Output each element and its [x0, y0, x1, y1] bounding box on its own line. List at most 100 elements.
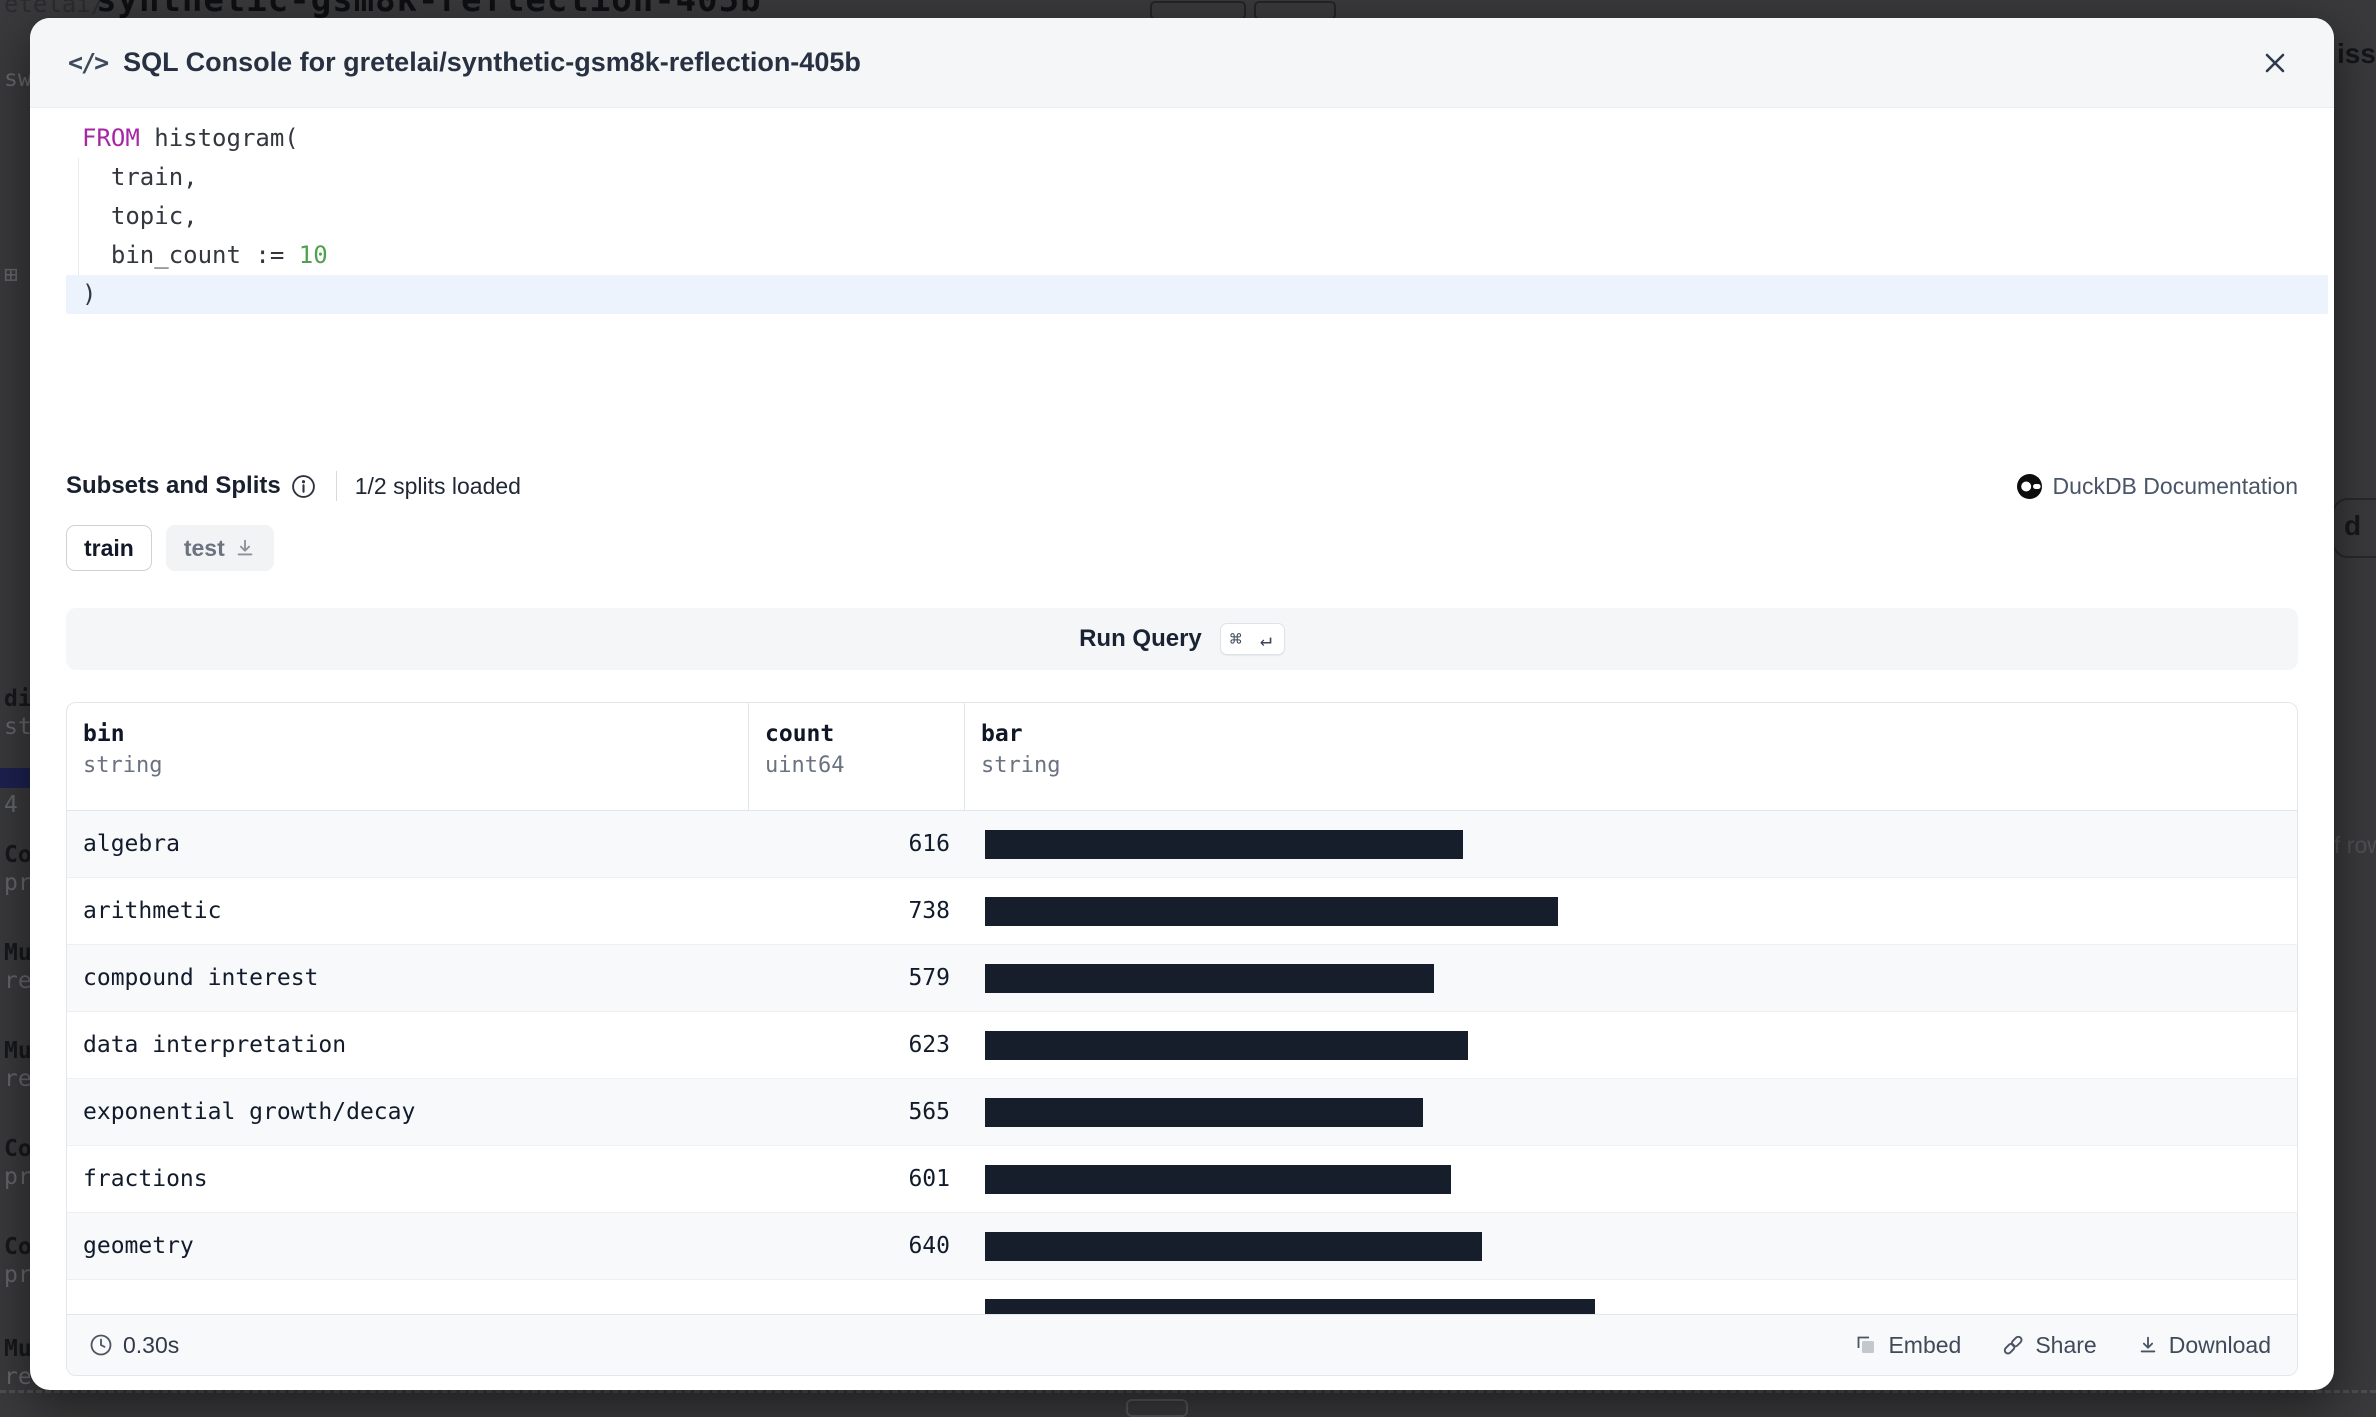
close-icon [2260, 48, 2290, 78]
code-icon: </> [68, 48, 107, 77]
share-label: Share [2035, 1332, 2096, 1359]
cell-count: 601 [749, 1146, 965, 1212]
table-row[interactable]: exponential growth/decay 565 [67, 1079, 2297, 1146]
cell-bar [965, 811, 2297, 877]
embed-button[interactable]: Embed [1854, 1332, 1961, 1359]
background-text-fragment: 4 ∨ [4, 792, 30, 818]
table-body[interactable]: algebra 616 arithmetic 738 compound inte… [67, 811, 2297, 1314]
histogram-bar [985, 1031, 1468, 1060]
cell-count: 623 [749, 1012, 965, 1078]
column-header-bar: bar string [965, 703, 2297, 810]
split-tab-train[interactable]: train [66, 525, 152, 571]
sql-line[interactable]: bin_count := 10 [30, 236, 2334, 275]
split-tab-label: test [184, 535, 225, 562]
download-icon [2137, 1334, 2159, 1356]
table-row[interactable]: geometry 640 [67, 1213, 2297, 1280]
cell-bin: data interpretation [67, 1012, 749, 1078]
table-row[interactable]: fractions 601 [67, 1146, 2297, 1213]
background-tab-fragment [1126, 1399, 1188, 1417]
sql-token-plain: train, [82, 163, 198, 191]
background-text-fragment: Com [4, 1136, 30, 1162]
run-query-button[interactable]: Run Query ⌘ ↵ [66, 608, 2298, 670]
column-type: string [981, 753, 2297, 778]
subsets-and-splits-row: Subsets and Splits 1/2 splits loaded Duc… [66, 463, 2298, 509]
sql-line-active[interactable]: ) [66, 275, 2328, 314]
run-query-label: Run Query [1079, 625, 1202, 653]
duckdb-logo-icon [2016, 473, 2043, 500]
cell-bin: fractions [67, 1146, 749, 1212]
table-row[interactable]: algebra 616 [67, 811, 2297, 878]
modal-title: SQL Console for gretelai/synthetic-gsm8k… [123, 47, 861, 78]
download-label: Download [2169, 1332, 2271, 1359]
column-name: count [765, 721, 964, 747]
sql-token-number: 10 [299, 241, 328, 269]
table-row[interactable]: compound interest 579 [67, 945, 2297, 1012]
results-footer: 0.30s Embed Share Download [67, 1314, 2297, 1375]
background-text-fragment: Com [4, 842, 30, 868]
share-button[interactable]: Share [2001, 1332, 2096, 1359]
histogram-bar [985, 1299, 1595, 1315]
embed-label: Embed [1888, 1332, 1961, 1359]
sql-token-plain: ) [82, 280, 96, 308]
sql-line[interactable]: topic, [30, 197, 2334, 236]
vertical-divider [336, 471, 337, 501]
duckdb-documentation-link[interactable]: DuckDB Documentation [2016, 473, 2298, 500]
footer-actions: Embed Share Download [1854, 1332, 2271, 1359]
sql-token-plain: bin_count := [82, 241, 299, 269]
modal-header: </> SQL Console for gretelai/synthetic-g… [30, 18, 2334, 108]
download-icon [234, 537, 256, 559]
column-type: uint64 [765, 753, 964, 778]
sql-line[interactable]: train, [30, 158, 2334, 197]
background-croissant-tag-fragment: issa [2337, 38, 2376, 70]
cell-bar [965, 1213, 2297, 1279]
background-text-fragment: Mul [4, 940, 30, 966]
sql-editor[interactable]: FROM histogram( train, topic, bin_count … [30, 119, 2334, 314]
close-button[interactable] [2256, 44, 2294, 82]
info-icon[interactable] [291, 474, 316, 499]
background-text-fragment: Mul [4, 1038, 30, 1064]
cell-bin: algebra [67, 811, 749, 877]
splits-loaded-status: 1/2 splits loaded [355, 473, 521, 500]
histogram-bar [985, 830, 1463, 859]
cell-count [749, 1280, 965, 1314]
download-button[interactable]: Download [2137, 1332, 2271, 1359]
background-text-fragment: pro [4, 1164, 30, 1190]
clock-icon [89, 1333, 113, 1357]
background-text-fragment: req [4, 968, 30, 994]
table-row-partial[interactable] [67, 1280, 2297, 1314]
cell-bin: arithmetic [67, 878, 749, 944]
background-text-fragment: req [4, 1364, 30, 1390]
cell-count: 579 [749, 945, 965, 1011]
sql-token-plain: topic, [82, 202, 198, 230]
sql-token-keyword: FROM [82, 124, 140, 152]
split-tab-label: train [84, 535, 134, 562]
background-text-fragment: req [4, 1066, 30, 1092]
background-text-fragment: dif [4, 686, 30, 712]
cell-count: 640 [749, 1213, 965, 1279]
sql-line[interactable]: FROM histogram( [30, 119, 2334, 158]
split-tab-test[interactable]: test [166, 525, 274, 571]
split-tabs: train test [66, 525, 274, 571]
sql-console-modal: </> SQL Console for gretelai/synthetic-g… [30, 18, 2334, 1390]
keyboard-shortcut-badge: ⌘ ↵ [1220, 623, 1285, 655]
cell-count: 565 [749, 1079, 965, 1145]
histogram-bar [985, 1232, 1482, 1261]
table-row[interactable]: arithmetic 738 [67, 878, 2297, 945]
share-icon [2001, 1333, 2025, 1357]
background-rows-text-fragment: f row [2334, 832, 2376, 859]
background-repo-title-fragment: synthetic-gsm8k-reflection-405b [96, 0, 762, 18]
cell-bar [965, 878, 2297, 944]
background-text-fragment: sw [4, 66, 30, 92]
column-header-count: count uint64 [749, 703, 965, 810]
cell-bar [965, 1012, 2297, 1078]
table-row[interactable]: data interpretation 623 [67, 1012, 2297, 1079]
background-page-left-edge: sw⊞ Vdifstr4 ∨ComproMulreqMulreqComproCo… [0, 0, 30, 1410]
embed-icon [1854, 1333, 1878, 1357]
sql-token-plain: histogram( [140, 124, 299, 152]
cell-bar [965, 1146, 2297, 1212]
column-name: bin [83, 721, 748, 747]
elapsed-label: 0.30s [123, 1332, 179, 1359]
histogram-bar [985, 897, 1558, 926]
background-text-fragment: ⊞ V [4, 262, 30, 288]
duckdb-documentation-label: DuckDB Documentation [2053, 473, 2298, 500]
